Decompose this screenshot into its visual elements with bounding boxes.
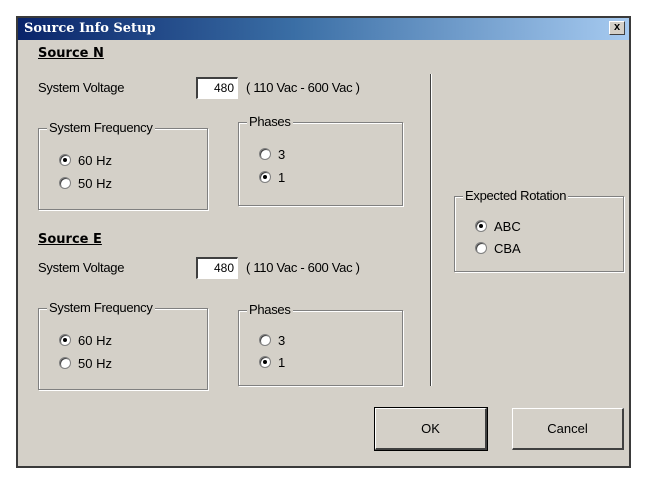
radio-label: 60 Hz: [78, 152, 112, 168]
radio-label: 50 Hz: [78, 175, 112, 191]
window-title: Source Info Setup: [24, 21, 156, 36]
source-e-phases-title: Phases: [247, 302, 293, 317]
rotation-group: Expected Rotation ABC CBA: [454, 188, 624, 272]
radio-label: 3: [278, 332, 286, 348]
radio-empty-icon: [475, 242, 487, 254]
radio-label: 1: [278, 169, 286, 185]
source-e-phase-3-option[interactable]: 3: [259, 331, 285, 349]
source-n-phases-group: Phases 3 1: [238, 114, 403, 206]
source-n-phase-3-option[interactable]: 3: [259, 145, 285, 163]
ok-button-label: OK: [421, 421, 440, 436]
source-n-frequency-title: System Frequency: [47, 120, 155, 135]
radio-empty-icon: [59, 357, 71, 369]
source-e-voltage-input[interactable]: 480: [196, 257, 238, 279]
source-e-heading: Source E: [38, 232, 102, 247]
source-n-freq-60-option[interactable]: 60 Hz: [59, 151, 112, 169]
source-e-freq-50-option[interactable]: 50 Hz: [59, 354, 112, 372]
title-bar[interactable]: Source Info Setup x: [18, 18, 629, 40]
radio-label: 50 Hz: [78, 355, 112, 371]
radio-empty-icon: [259, 334, 271, 346]
cancel-button-label: Cancel: [547, 421, 588, 436]
source-n-voltage-input[interactable]: 480: [196, 77, 238, 99]
source-n-phase-1-option[interactable]: 1: [259, 168, 285, 186]
source-n-freq-50-option[interactable]: 50 Hz: [59, 174, 112, 192]
close-button[interactable]: x: [609, 21, 625, 35]
radio-selected-icon: [59, 154, 71, 166]
radio-empty-icon: [59, 177, 71, 189]
radio-selected-icon: [475, 220, 487, 232]
rotation-cba-option[interactable]: CBA: [475, 239, 521, 257]
source-e-phases-group: Phases 3 1: [238, 302, 403, 386]
source-n-voltage-range: ( 110 Vac - 600 Vac ): [246, 80, 360, 95]
radio-empty-icon: [259, 148, 271, 160]
source-e-voltage-label: System Voltage: [38, 260, 125, 275]
source-n-frequency-group: System Frequency 60 Hz 50 Hz: [38, 120, 208, 210]
radio-label: ABC: [494, 218, 521, 234]
source-e-frequency-title: System Frequency: [47, 300, 155, 315]
radio-selected-icon: [59, 334, 71, 346]
ok-button[interactable]: OK: [374, 407, 488, 451]
radio-selected-icon: [259, 171, 271, 183]
source-n-phases-title: Phases: [247, 114, 293, 129]
source-e-freq-60-option[interactable]: 60 Hz: [59, 331, 112, 349]
source-n-heading: Source N: [38, 46, 104, 61]
source-e-frequency-group: System Frequency 60 Hz 50 Hz: [38, 300, 208, 390]
cancel-button[interactable]: Cancel: [512, 408, 624, 450]
source-e-voltage-range: ( 110 Vac - 600 Vac ): [246, 260, 360, 275]
source-info-dialog: Source Info Setup x Source N System Volt…: [16, 16, 631, 468]
radio-label: 1: [278, 354, 286, 370]
radio-label: 3: [278, 146, 286, 162]
radio-selected-icon: [259, 356, 271, 368]
radio-label: 60 Hz: [78, 332, 112, 348]
source-e-phase-1-option[interactable]: 1: [259, 353, 285, 371]
source-n-voltage-label: System Voltage: [38, 80, 125, 95]
rotation-abc-option[interactable]: ABC: [475, 217, 521, 235]
close-icon: x: [613, 21, 621, 33]
vertical-divider: [430, 74, 432, 386]
rotation-title: Expected Rotation: [463, 188, 569, 203]
radio-label: CBA: [494, 240, 521, 256]
